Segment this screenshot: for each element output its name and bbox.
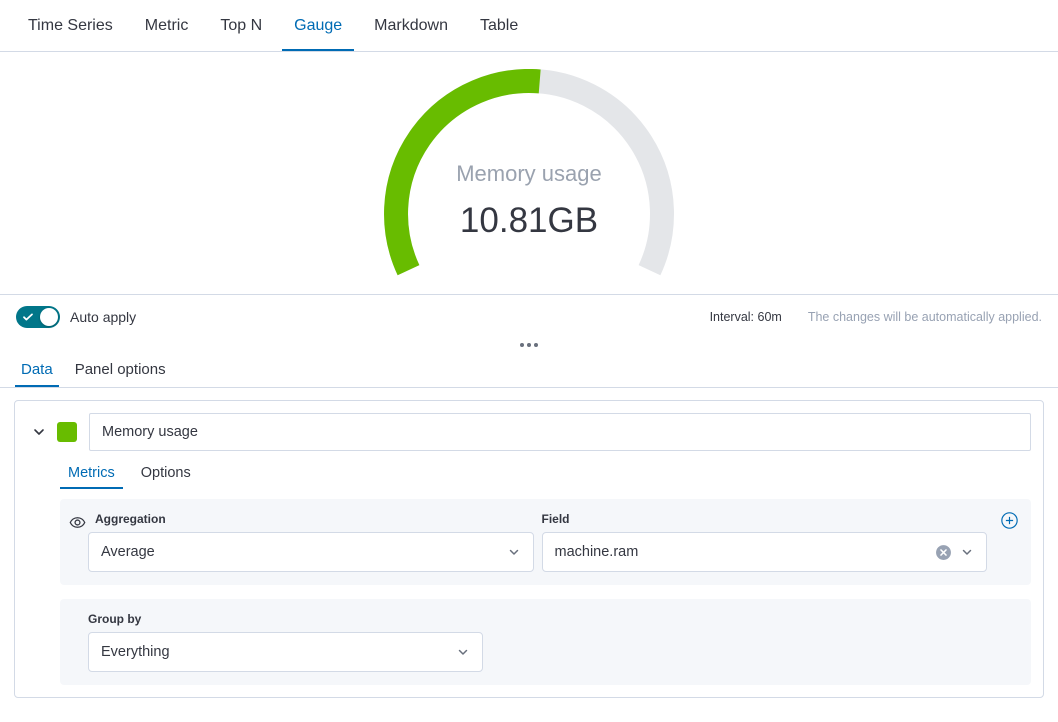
toolbar-right-info: Interval: 60m The changes will be automa… [710, 310, 1042, 324]
auto-apply-toolbar: Auto apply Interval: 60m The changes wil… [0, 295, 1058, 339]
tab-metric[interactable]: Metric [133, 0, 201, 51]
editor-tabs: Data Panel options [0, 351, 1058, 388]
tab-metrics[interactable]: Metrics [60, 457, 123, 489]
gauge-chart: Memory usage 10.81GB [379, 69, 679, 287]
check-icon [22, 311, 34, 323]
visualization-type-tabs: Time Series Metric Top N Gauge Markdown … [0, 0, 1058, 52]
auto-apply-toggle[interactable] [16, 306, 60, 328]
series-color-swatch[interactable] [57, 422, 77, 442]
aggregation-select[interactable]: Average [88, 532, 534, 572]
gauge-value: 10.81GB [460, 201, 598, 240]
panel-resize-handle[interactable] [0, 339, 1058, 351]
series-header-row [27, 413, 1031, 451]
series-label-input[interactable] [89, 413, 1031, 451]
tab-top-n[interactable]: Top N [208, 0, 274, 51]
field-label: Field [542, 512, 988, 526]
tab-data[interactable]: Data [15, 351, 59, 387]
drag-dot [520, 343, 524, 347]
drag-dot [534, 343, 538, 347]
chevron-down-icon [507, 545, 521, 559]
collapse-series-button[interactable] [27, 420, 51, 444]
field-value: machine.ram [555, 544, 936, 560]
auto-apply-label: Auto apply [70, 309, 136, 325]
group-by-select[interactable]: Everything [88, 632, 483, 672]
chevron-down-icon [960, 545, 974, 559]
interval-label: Interval: 60m [710, 310, 782, 324]
eye-icon[interactable] [69, 514, 86, 531]
aggregation-grid: Aggregation Field Average machine.ram [88, 512, 987, 572]
group-by-block: Group by Everything [60, 599, 1031, 685]
tab-panel-options[interactable]: Panel options [69, 351, 172, 387]
drag-dot [527, 343, 531, 347]
add-metric-button[interactable] [1001, 512, 1018, 529]
gauge-label: Memory usage [456, 161, 602, 186]
tab-table[interactable]: Table [468, 0, 530, 51]
tab-time-series[interactable]: Time Series [16, 0, 125, 51]
toggle-thumb [40, 308, 58, 326]
chevron-down-icon [456, 645, 470, 659]
gauge-panel: Memory usage 10.81GB [0, 52, 1058, 295]
auto-apply-hint: The changes will be automatically applie… [808, 310, 1042, 324]
chevron-down-icon [32, 425, 46, 439]
tab-gauge[interactable]: Gauge [282, 0, 354, 51]
series-editor-panel: Metrics Options Aggregation Field Averag… [14, 400, 1044, 698]
group-by-value: Everything [101, 644, 456, 660]
tab-markdown[interactable]: Markdown [362, 0, 460, 51]
field-select[interactable]: machine.ram [542, 532, 988, 572]
aggregation-block: Aggregation Field Average machine.ram [60, 499, 1031, 585]
clear-field-button[interactable] [935, 544, 952, 561]
aggregation-value: Average [101, 544, 507, 560]
group-by-label: Group by [88, 612, 987, 626]
tab-options[interactable]: Options [133, 457, 199, 489]
aggregation-label: Aggregation [88, 512, 534, 526]
series-tabs: Metrics Options [60, 457, 1031, 489]
